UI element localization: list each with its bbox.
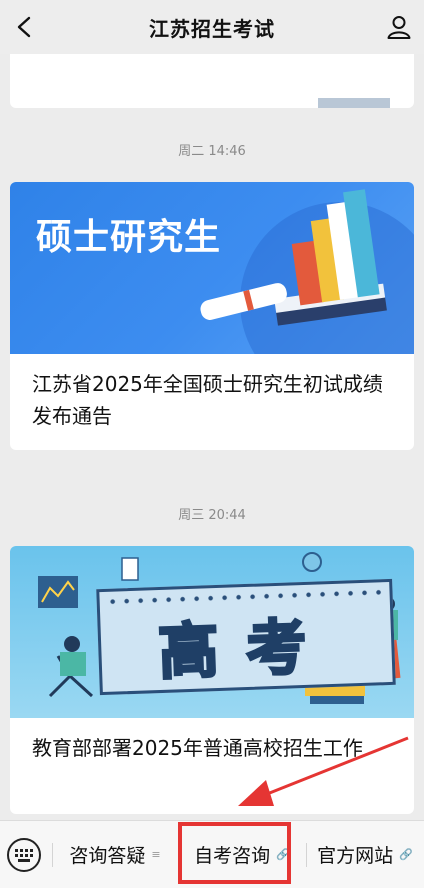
message-feed[interactable]: 周二 14:46 硕士研究生 江苏省2025年全国硕士研究生初试成绩发布通告 周… bbox=[0, 54, 424, 820]
keyboard-icon bbox=[7, 838, 41, 872]
link-icon: 🔗 bbox=[399, 848, 413, 861]
person-icon bbox=[387, 16, 411, 39]
menu-item-label: 咨询答疑 bbox=[69, 845, 146, 867]
keyboard-toggle-button[interactable] bbox=[6, 837, 42, 873]
article-title: 江苏省2025年全国硕士研究生初试成绩发布通告 bbox=[32, 372, 383, 428]
nav-header: 江苏招生考试 bbox=[0, 0, 424, 54]
submenu-icon: ≡ bbox=[151, 848, 161, 861]
cover-edge bbox=[318, 98, 390, 108]
menu-item-label: 官方网站 bbox=[317, 845, 394, 867]
gaokao-banner: 高考 bbox=[96, 578, 396, 696]
article-title: 教育部部署2025年普通高校招生工作 bbox=[32, 736, 363, 760]
back-button[interactable] bbox=[8, 10, 42, 44]
menu-item-website[interactable]: 官方网站 🔗 bbox=[306, 821, 424, 888]
highlight-box bbox=[178, 822, 291, 884]
books-illustration bbox=[200, 189, 414, 354]
article-card[interactable]: 高考 教育部部署2025年普通高校招生工作 bbox=[10, 546, 414, 814]
article-cover: 硕士研究生 bbox=[10, 182, 414, 354]
cover-text: 高考 bbox=[156, 610, 337, 689]
partial-card[interactable] bbox=[10, 54, 414, 108]
timestamp: 周三 20:44 bbox=[178, 508, 246, 523]
profile-button[interactable] bbox=[382, 10, 416, 44]
article-cover: 高考 bbox=[10, 546, 414, 718]
page-title: 江苏招生考试 bbox=[149, 16, 275, 41]
menu-item-consult[interactable]: 咨询答疑 ≡ bbox=[52, 821, 178, 888]
timestamp: 周二 14:46 bbox=[178, 144, 246, 159]
article-card[interactable]: 硕士研究生 江苏省2025年全国硕士研究生初试成绩发布通告 bbox=[10, 182, 414, 450]
chevron-left-icon bbox=[17, 16, 31, 38]
